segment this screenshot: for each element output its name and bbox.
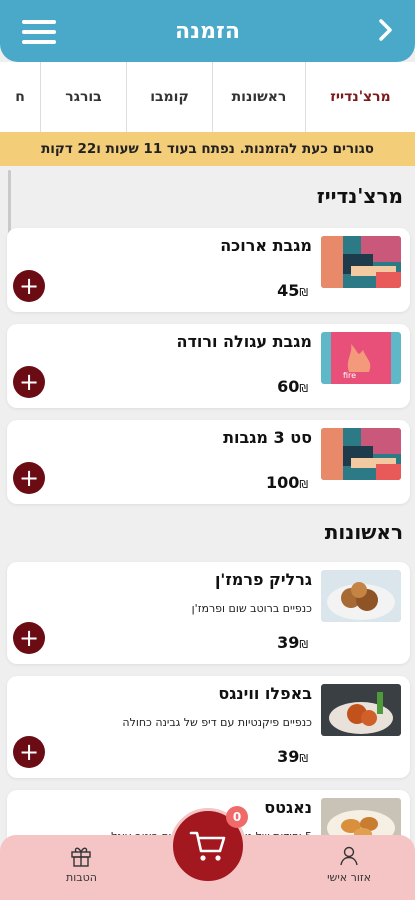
item-description: כנפיים ברוטב שום ופרמז'ן	[191, 602, 312, 615]
hamburger-menu-icon[interactable]	[22, 20, 56, 44]
section-title-starters: ראשונות	[324, 520, 403, 544]
add-plus-button[interactable]: +	[13, 736, 45, 768]
svg-text:fire: fire	[343, 371, 356, 380]
item-image	[321, 236, 401, 288]
item-name: נאגטס	[264, 798, 312, 817]
tab-starters[interactable]: ראשונות	[212, 62, 305, 132]
category-tabs: מרצ'נדייז ראשונות קומבו בורגר ח	[0, 62, 415, 132]
add-plus-button[interactable]: +	[13, 366, 45, 398]
item-name: גרליק פרמז'ן	[214, 570, 312, 589]
cart-icon	[189, 831, 226, 861]
nav-benefits[interactable]: הטבות	[66, 845, 97, 884]
menu-item-card[interactable]: סט 3 מגבות 100₪ +	[7, 420, 410, 504]
item-price: 39₪	[277, 747, 308, 766]
back-chevron-icon[interactable]	[373, 14, 399, 46]
item-image	[321, 428, 401, 480]
item-price: 60₪	[277, 377, 308, 396]
item-image	[321, 570, 401, 622]
closed-banner: סגורים כעת להזמנות. נפתח בעוד 11 שעות ו2…	[0, 132, 415, 166]
tab-merch[interactable]: מרצ'נדייז	[305, 62, 415, 132]
nav-benefits-label: הטבות	[66, 871, 97, 884]
tab-partial[interactable]: ח	[0, 62, 40, 132]
page-title: הזמנה	[175, 18, 240, 44]
add-plus-button[interactable]: +	[13, 462, 45, 494]
item-price: 39₪	[277, 633, 308, 652]
item-name: מגבת עגולה ורודה	[176, 332, 312, 351]
item-description: כנפיים פיקנטיות עם דיפ של גבינה כחולה	[122, 716, 312, 729]
app-header: הזמנה	[0, 0, 415, 62]
gift-icon	[71, 847, 92, 867]
add-plus-button[interactable]: +	[13, 622, 45, 654]
user-icon	[340, 846, 358, 866]
menu-item-card[interactable]: מגבת ארוכה 45₪ +	[7, 228, 410, 312]
add-plus-button[interactable]: +	[13, 270, 45, 302]
item-image	[321, 684, 401, 736]
cart-count-badge: 0	[226, 806, 248, 828]
nav-personal-label: אזור אישי	[327, 871, 371, 884]
item-image: fire	[321, 332, 401, 384]
nav-personal-area[interactable]: אזור אישי	[327, 845, 371, 884]
item-name: באפלו ווינגס	[218, 684, 312, 703]
section-title-merch: מרצ'נדייז	[316, 184, 403, 208]
tab-burger[interactable]: בורגר	[40, 62, 126, 132]
tab-combo[interactable]: קומבו	[126, 62, 212, 132]
menu-item-card[interactable]: באפלו ווינגס כנפיים פיקנטיות עם דיפ של ג…	[7, 676, 410, 778]
menu-item-card[interactable]: fire מגבת עגולה ורודה 60₪ +	[7, 324, 410, 408]
item-price: 45₪	[277, 281, 308, 300]
item-name: מגבת ארוכה	[220, 236, 312, 255]
item-price: 100₪	[265, 473, 308, 492]
item-name: סט 3 מגבות	[223, 428, 312, 447]
menu-item-card[interactable]: גרליק פרמז'ן כנפיים ברוטב שום ופרמז'ן 39…	[7, 562, 410, 664]
